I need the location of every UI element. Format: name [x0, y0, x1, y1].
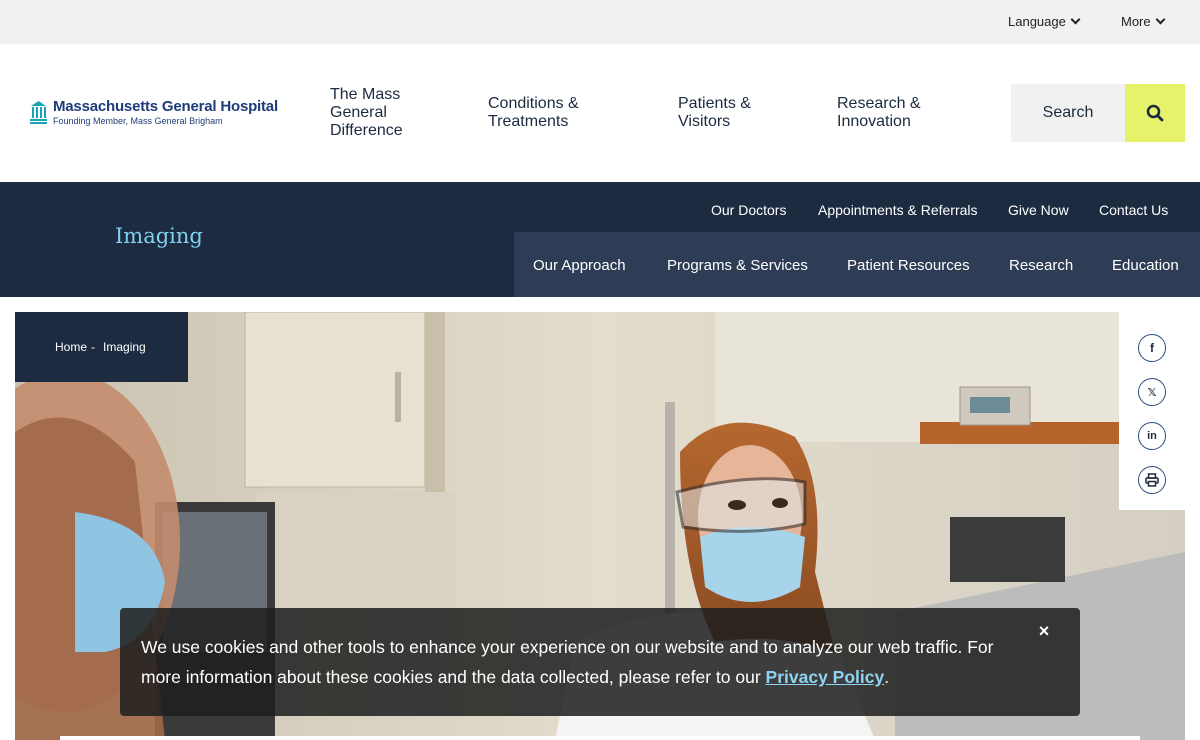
breadcrumb-home[interactable]: Home — [55, 340, 87, 354]
linkedin-share-button[interactable]: in — [1138, 422, 1166, 450]
nav-research-innovation[interactable]: Research & Innovation — [837, 95, 921, 131]
building-columns-icon — [30, 101, 47, 124]
department-title[interactable]: Imaging — [115, 224, 203, 248]
nav-line: Patients & — [678, 95, 751, 112]
subnav-patient-resources[interactable]: Patient Resources — [847, 257, 970, 274]
x-icon: 𝕏 — [1147, 386, 1157, 399]
link-appointments-referrals[interactable]: Appointments & Referrals — [818, 202, 978, 218]
department-bar: Imaging Our Doctors Appointments & Refer… — [0, 182, 1200, 297]
breadcrumb: Home - Imaging — [15, 312, 188, 382]
nav-line: Research & — [837, 95, 921, 112]
search-button[interactable] — [1125, 84, 1185, 142]
language-menu[interactable]: Language — [1008, 14, 1081, 29]
chevron-down-icon — [1155, 14, 1166, 25]
nav-mass-general-difference[interactable]: The Mass General Difference — [330, 86, 403, 140]
language-label: Language — [1008, 14, 1066, 29]
nav-line: Visitors — [678, 113, 731, 130]
printer-icon — [1145, 473, 1159, 487]
link-give-now[interactable]: Give Now — [1008, 202, 1069, 218]
department-subnav: Our Approach Programs & Services Patient… — [514, 232, 1200, 297]
nav-conditions-treatments[interactable]: Conditions & Treatments — [488, 95, 579, 131]
utility-bar: Language More — [0, 0, 1200, 44]
cookie-text-end: . — [884, 667, 890, 687]
breadcrumb-separator: - — [91, 340, 96, 354]
linkedin-icon: in — [1147, 430, 1157, 442]
subnav-education[interactable]: Education — [1112, 257, 1179, 274]
content-edge — [60, 736, 1140, 740]
main-header: Massachusetts General Hospital Founding … — [0, 44, 1200, 182]
subnav-research[interactable]: Research — [1009, 257, 1073, 274]
social-share-panel: f 𝕏 in — [1119, 312, 1185, 510]
nav-line: Innovation — [837, 113, 911, 130]
print-button[interactable] — [1138, 466, 1166, 494]
more-menu[interactable]: More — [1121, 14, 1166, 29]
hospital-logo[interactable]: Massachusetts General Hospital Founding … — [30, 98, 278, 126]
facebook-share-button[interactable]: f — [1138, 334, 1166, 362]
nav-line: General — [330, 104, 387, 121]
search-input[interactable]: Search — [1011, 84, 1125, 142]
logo-name: Massachusetts General Hospital — [53, 98, 278, 115]
breadcrumb-current: Imaging — [103, 340, 146, 354]
link-contact-us[interactable]: Contact Us — [1099, 202, 1168, 218]
search-label: Search — [1042, 104, 1094, 121]
cookie-banner: We use cookies and other tools to enhanc… — [120, 608, 1080, 716]
nav-patients-visitors[interactable]: Patients & Visitors — [678, 95, 751, 131]
close-icon[interactable]: × — [1035, 622, 1053, 640]
nav-line: Conditions & — [488, 95, 579, 112]
x-share-button[interactable]: 𝕏 — [1138, 378, 1166, 406]
nav-line: The Mass — [330, 86, 401, 103]
nav-line: Difference — [330, 122, 403, 139]
nav-line: Treatments — [488, 113, 569, 130]
subnav-our-approach[interactable]: Our Approach — [533, 257, 626, 274]
privacy-policy-link[interactable]: Privacy Policy — [766, 667, 885, 687]
subnav-programs-services[interactable]: Programs & Services — [667, 257, 808, 274]
cookie-message: We use cookies and other tools to enhanc… — [141, 632, 1021, 692]
chevron-down-icon — [1070, 14, 1081, 25]
more-label: More — [1121, 14, 1151, 29]
search-icon — [1146, 104, 1164, 122]
link-our-doctors[interactable]: Our Doctors — [711, 202, 786, 218]
facebook-icon: f — [1150, 341, 1154, 355]
logo-tagline: Founding Member, Mass General Brigham — [53, 116, 223, 126]
